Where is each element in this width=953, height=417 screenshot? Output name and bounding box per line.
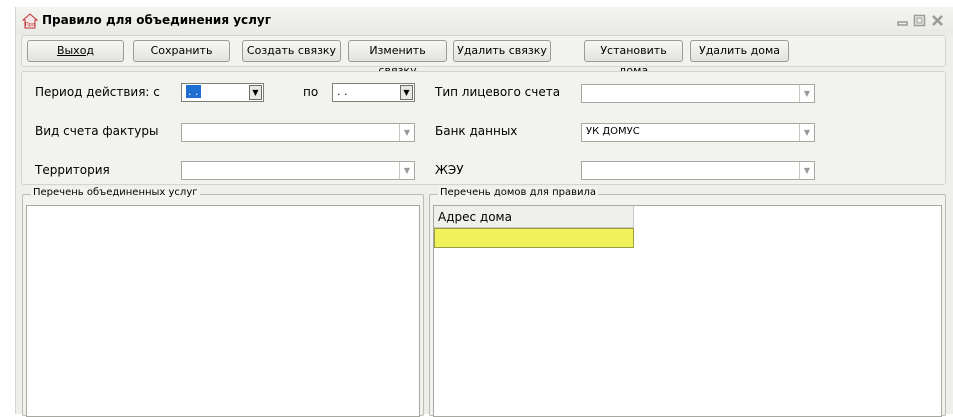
- close-icon[interactable]: [931, 14, 944, 27]
- chevron-down-icon[interactable]: ▼: [799, 85, 814, 102]
- services-list[interactable]: [26, 205, 420, 417]
- toolbar: Выход Сохранить Создать связку Изменить …: [21, 35, 946, 77]
- house-app-icon: Про: [22, 13, 38, 29]
- table-row[interactable]: [434, 228, 634, 248]
- maximize-icon[interactable]: [913, 14, 926, 27]
- houses-grid[interactable]: Адрес дома: [433, 205, 942, 417]
- filter-form: Период действия: с . . ▼ по . . ▼ Тип ли…: [21, 71, 946, 185]
- zheu-select[interactable]: ▼: [581, 161, 815, 180]
- period-to-date[interactable]: . . ▼: [332, 83, 415, 102]
- chevron-down-icon[interactable]: ▼: [799, 124, 814, 141]
- invoice-type-label: Вид счета фактуры: [35, 124, 159, 138]
- territory-select[interactable]: ▼: [181, 161, 415, 180]
- services-group-title: Перечень объединенных услуг: [31, 187, 200, 198]
- window-title: Правило для объединения услуг: [42, 13, 272, 27]
- period-to-label: по: [303, 85, 319, 99]
- delete-link-button[interactable]: Удалить связку: [453, 40, 551, 62]
- services-group: Перечень объединенных услуг: [22, 187, 424, 417]
- save-button[interactable]: Сохранить: [133, 40, 230, 62]
- set-houses-button[interactable]: Установить дома: [584, 40, 683, 77]
- chevron-down-icon[interactable]: ▼: [249, 85, 262, 100]
- chevron-down-icon[interactable]: ▼: [799, 162, 814, 179]
- chevron-down-icon[interactable]: ▼: [399, 162, 414, 179]
- territory-label: Территория: [35, 163, 110, 177]
- title-bar: Про Правило для объединения услуг: [16, 7, 953, 35]
- databank-label: Банк данных: [435, 124, 518, 138]
- create-link-button[interactable]: Создать связку: [242, 40, 341, 62]
- databank-value: УК ДОМУС: [586, 126, 640, 137]
- period-from-value: . .: [186, 85, 201, 98]
- account-type-select[interactable]: ▼: [581, 84, 815, 103]
- account-type-label: Тип лицевого счета: [435, 85, 561, 99]
- chevron-down-icon[interactable]: ▼: [399, 124, 414, 141]
- delete-houses-button[interactable]: Удалить дома: [690, 40, 789, 62]
- period-to-value: . .: [337, 85, 348, 98]
- exit-button[interactable]: Выход: [27, 40, 124, 62]
- period-label: Период действия: с: [35, 85, 160, 99]
- rule-window: Про Правило для объединения услуг Выход …: [15, 7, 953, 417]
- invoice-type-select[interactable]: ▼: [181, 123, 415, 142]
- svg-text:Про: Про: [25, 22, 35, 28]
- period-from-date[interactable]: . . ▼: [181, 83, 264, 102]
- minimize-icon[interactable]: [896, 14, 909, 27]
- houses-group: Перечень домов для правила Адрес дома: [429, 187, 946, 417]
- chevron-down-icon[interactable]: ▼: [400, 85, 413, 100]
- houses-group-title: Перечень домов для правила: [438, 187, 599, 198]
- edit-link-button[interactable]: Изменить связку: [348, 40, 447, 77]
- zheu-label: ЖЭУ: [435, 163, 464, 177]
- column-header-address[interactable]: Адрес дома: [434, 206, 634, 228]
- databank-select[interactable]: УК ДОМУС ▼: [581, 123, 815, 142]
